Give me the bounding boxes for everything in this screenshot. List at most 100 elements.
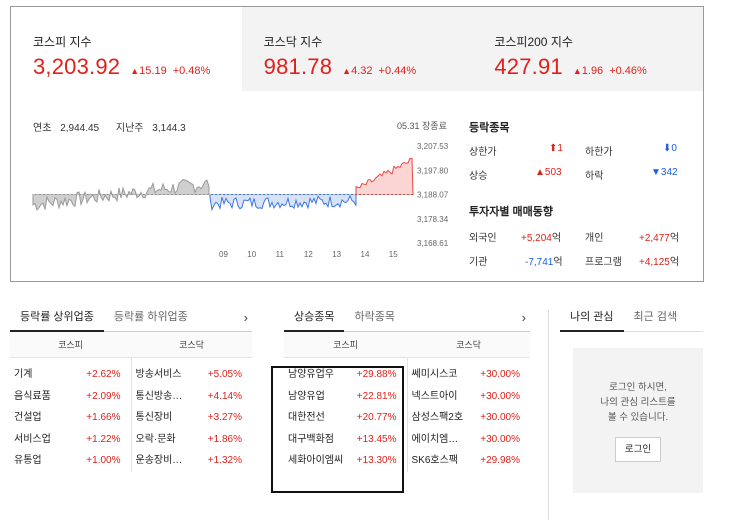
x-tick-label: 11 [276,250,285,259]
item-name: SK6호스팩 [411,455,459,467]
list-item[interactable]: 건설업 +1.66% [10,407,131,429]
my-interest-panel: 나의 관심 최근 검색 로그인 하시면, 나의 관심 리스트를 볼 수 있습니다… [560,304,703,493]
list-item[interactable]: 넥스트아이 +30.00% [408,386,531,408]
index-change: ▲15.19 [130,65,167,77]
down-label: 하락 [585,171,604,182]
individual-label: 개인 [585,233,604,244]
index-tab-kospi[interactable]: 코스피 지수 3,203.92 ▲15.19 +0.48% [11,7,242,91]
tab-sector-top[interactable]: 등락률 상위업종 [10,304,104,332]
subtab-kospi[interactable]: 코스피 [284,332,407,357]
tab-rising-stocks[interactable]: 상승종목 [284,304,345,332]
above-baseline-area [355,157,414,195]
index-value: 427.91 [494,54,563,79]
list-item[interactable]: 운송장비… +1.32% [132,450,253,472]
up-triangle-icon: ▲ [572,66,582,76]
subtab-kospi[interactable]: 코스피 [10,332,131,357]
index-tab-kosdaq[interactable]: 코스닥 지수 981.78 ▲4.32 +0.44% [241,7,473,91]
list-item[interactable]: 유통업 +1.00% [10,450,131,472]
highlight-box [271,366,404,493]
list-item[interactable]: 통신장비 +3.27% [132,407,253,429]
list-item[interactable]: 서비스업 +1.22% [10,429,131,451]
foreign-value: +5,204억 [521,233,562,244]
up-triangle-icon: ▲ [535,167,545,178]
item-name: 통신방송… [135,390,183,402]
index-name: 코스피200 지수 [494,35,573,49]
item-name: 서비스업 [14,433,51,445]
item-name: 운송장비… [135,455,183,467]
item-percent: +4.14% [207,390,242,402]
tab-recent-search[interactable]: 최근 검색 [624,304,688,332]
item-name: 넥스트아이 [411,390,458,402]
list-item[interactable]: 삼성스팩2호 +30.00% [408,407,531,429]
item-percent: +1.00% [86,455,121,467]
item-percent: +29.98% [480,455,520,467]
item-name: 통신장비 [135,412,173,424]
y-tick-label: 3,207.53 [417,142,449,151]
list-item[interactable]: 방송서비스 +5.05% [132,364,253,386]
item-percent: +30.00% [480,369,520,380]
program-label: 프로그램 [585,257,622,268]
index-change: ▲4.32 [342,65,373,77]
item-name: 쎄미시스코 [411,369,458,380]
list-item[interactable]: 쎄미시스코 +30.00% [408,364,531,386]
down-triangle-icon: ▼ [651,167,661,178]
login-button[interactable]: 로그인 [614,437,662,462]
up-label: 상승 [469,171,488,182]
index-percent: +0.48% [172,65,211,77]
item-name: 삼성스팩2호 [411,412,464,424]
item-name: 오락·문화 [135,433,176,445]
item-percent: +1.32% [207,455,242,467]
item-percent: +1.66% [86,412,121,424]
x-tick-label: 15 [389,250,398,259]
limit-up-value: ⬆1 [549,143,563,154]
item-percent: +2.62% [86,369,121,380]
chevron-right-icon[interactable]: › [244,310,248,325]
limit-down-value: ⬇0 [663,143,677,154]
item-name: 에이치엠… [411,433,459,445]
item-name: 기계 [14,369,33,380]
institution-label: 기관 [469,257,488,268]
up-triangle-icon: ▲ [342,66,352,76]
y-tick-label: 3,188.07 [417,191,449,200]
limit-up-label: 상한가 [469,147,497,158]
index-tab-kospi200[interactable]: 코스피200 지수 427.91 ▲1.96 +0.46% [472,7,704,91]
login-message-line3: 볼 수 있습니다. [607,412,669,423]
x-tick-label: 10 [247,250,256,259]
index-tabs: 코스피 지수 3,203.92 ▲15.19 +0.48% 코스닥 지수 981… [11,7,704,91]
item-percent: +3.27% [207,412,242,424]
tab-my-interest[interactable]: 나의 관심 [560,304,624,332]
sector-ranking-panel: 등락률 상위업종 등락률 하위업종 › 코스피 코스닥 기계 +2.62% 음식료품… [10,304,252,472]
subtab-kosdaq[interactable]: 코스닥 [131,332,252,357]
updown-title: 등락종목 [469,122,510,134]
item-percent: +5.05% [207,369,242,380]
login-prompt: 로그인 하시면, 나의 관심 리스트를 볼 수 있습니다. 로그인 [573,348,703,493]
index-percent: +0.44% [378,65,417,77]
item-percent: +30.00% [480,412,520,424]
x-tick-label: 09 [219,250,228,259]
list-item[interactable]: 오락·문화 +1.86% [132,429,253,451]
subtab-kosdaq[interactable]: 코스닥 [407,332,530,357]
list-item[interactable]: 통신방송… +4.14% [132,386,253,408]
below-baseline-area [209,194,357,212]
x-tick-label: 12 [304,250,313,259]
index-name: 코스닥 지수 [263,35,323,49]
investors-title: 투자자별 매매동향 [469,206,554,218]
tab-sector-bottom[interactable]: 등락률 하위업종 [104,304,198,332]
market-summary-panel: 코스피 지수 3,203.92 ▲15.19 +0.48% 코스닥 지수 981… [10,6,704,282]
index-value: 3,203.92 [33,54,121,79]
item-name: 방송서비스 [135,369,182,380]
list-item[interactable]: 에이치엠… +30.00% [408,429,531,451]
login-message-line1: 로그인 하시면, [609,382,667,393]
intraday-chart: 3,207.53 3,197.80 3,188.07 3,178.34 3,168.61… [32,142,449,259]
limit-down-label: 하한가 [585,147,613,158]
list-item[interactable]: 기계 +2.62% [10,364,131,386]
tab-falling-stocks[interactable]: 하락종목 [344,304,404,332]
list-item[interactable]: SK6호스팩 +29.98% [408,450,531,472]
y-tick-label: 3,178.34 [417,215,449,224]
item-percent: +30.00% [480,433,520,445]
y-tick-label: 3,197.80 [417,166,449,175]
list-item[interactable]: 음식료품 +2.09% [10,386,131,408]
chevron-right-icon[interactable]: › [522,310,526,325]
index-chart-area: 연초 2,944.45 지난주 3,144.3 05.31 장종료 3,207.… [11,91,461,281]
y-tick-label: 3,168.61 [417,239,449,248]
